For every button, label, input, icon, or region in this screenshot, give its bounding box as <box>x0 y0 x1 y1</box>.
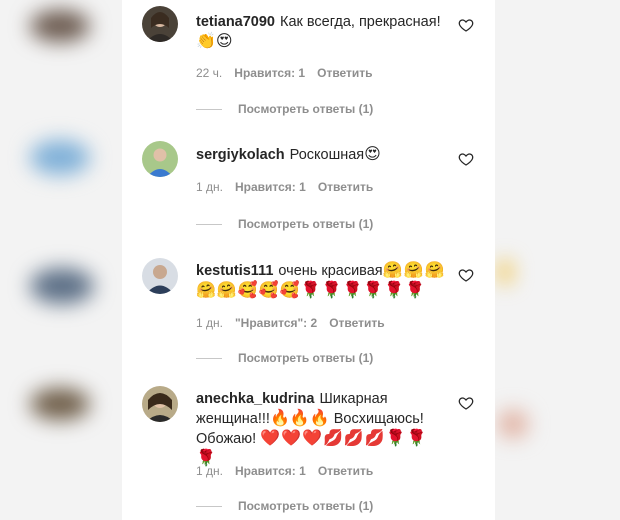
heart-outline-icon[interactable] <box>458 17 474 33</box>
likes-count[interactable]: Нравится: 1 <box>234 66 305 80</box>
reply-button[interactable]: Ответить <box>317 66 372 80</box>
bg-blob <box>30 388 90 420</box>
divider-line <box>196 506 222 508</box>
heart-outline-icon[interactable] <box>458 267 474 283</box>
comment-body: очень красивая <box>278 263 383 279</box>
emoji: 👏😍 <box>196 33 233 50</box>
divider-line <box>196 358 222 360</box>
likes-count[interactable]: Нравится: 1 <box>235 180 306 194</box>
comment-text: tetiana7090 Как всегда, прекрасная! 👏😍 <box>196 12 446 52</box>
avatar[interactable] <box>142 386 178 422</box>
bg-blob <box>30 10 90 42</box>
likes-count[interactable]: "Нравится": 2 <box>235 316 317 330</box>
view-replies-label: Посмотреть ответы (1) <box>238 351 374 365</box>
bg-blob <box>30 268 94 304</box>
username[interactable]: tetiana7090 <box>196 14 275 30</box>
comment-text: kestutis111 очень красивая🤗🤗🤗🤗🤗🥰🥰🥰🌹🌹🌹🌹🌹🌹 <box>196 261 446 301</box>
avatar[interactable] <box>142 141 178 177</box>
comment-meta: 22 ч. Нравится: 1 Ответить <box>196 66 385 80</box>
comment-body: Роскошная <box>289 147 365 163</box>
emoji: 😍 <box>364 146 381 163</box>
heart-outline-icon[interactable] <box>458 151 474 167</box>
avatar[interactable] <box>142 258 178 294</box>
timestamp: 1 дн. <box>196 464 223 478</box>
view-replies-label: Посмотреть ответы (1) <box>238 217 374 231</box>
divider-line <box>196 109 222 111</box>
view-replies[interactable]: Посмотреть ответы (1) <box>196 351 373 365</box>
view-replies[interactable]: Посмотреть ответы (1) <box>196 217 373 231</box>
timestamp: 1 дн. <box>196 180 223 194</box>
view-replies[interactable]: Посмотреть ответы (1) <box>196 102 373 116</box>
view-replies-label: Посмотреть ответы (1) <box>238 102 374 116</box>
bg-blob <box>30 140 90 175</box>
comment-text: sergiykolach Роскошная😍 <box>196 145 446 165</box>
reply-button[interactable]: Ответить <box>318 180 373 194</box>
view-replies[interactable]: Посмотреть ответы (1) <box>196 499 373 513</box>
divider-line <box>196 224 222 226</box>
comment-meta: 1 дн. Нравится: 1 Ответить <box>196 464 385 478</box>
comments-panel: tetiana7090 Как всегда, прекрасная! 👏😍 22 … <box>122 0 495 520</box>
timestamp: 22 ч. <box>196 66 223 80</box>
bg-blob <box>498 260 512 284</box>
view-replies-label: Посмотреть ответы (1) <box>238 499 374 513</box>
username[interactable]: kestutis111 <box>196 263 273 279</box>
comment-meta: 1 дн. Нравится: 1 Ответить <box>196 180 385 194</box>
username[interactable]: sergiykolach <box>196 147 285 163</box>
reply-button[interactable]: Ответить <box>318 464 373 478</box>
comment-meta: 1 дн. "Нравится": 2 Ответить <box>196 316 397 330</box>
bg-blob <box>498 410 528 438</box>
heart-outline-icon[interactable] <box>458 395 474 411</box>
timestamp: 1 дн. <box>196 316 223 330</box>
username[interactable]: anechka_kudrina <box>196 391 314 407</box>
emoji: 🔥🔥🔥 <box>269 410 330 427</box>
reply-button[interactable]: Ответить <box>329 316 384 330</box>
comment-body: Как всегда, прекрасная! <box>280 14 441 30</box>
likes-count[interactable]: Нравится: 1 <box>235 464 306 478</box>
comment-text: anechka_kudrina Шикарная женщина!!!🔥🔥🔥 Во… <box>196 389 446 469</box>
avatar[interactable] <box>142 6 178 42</box>
